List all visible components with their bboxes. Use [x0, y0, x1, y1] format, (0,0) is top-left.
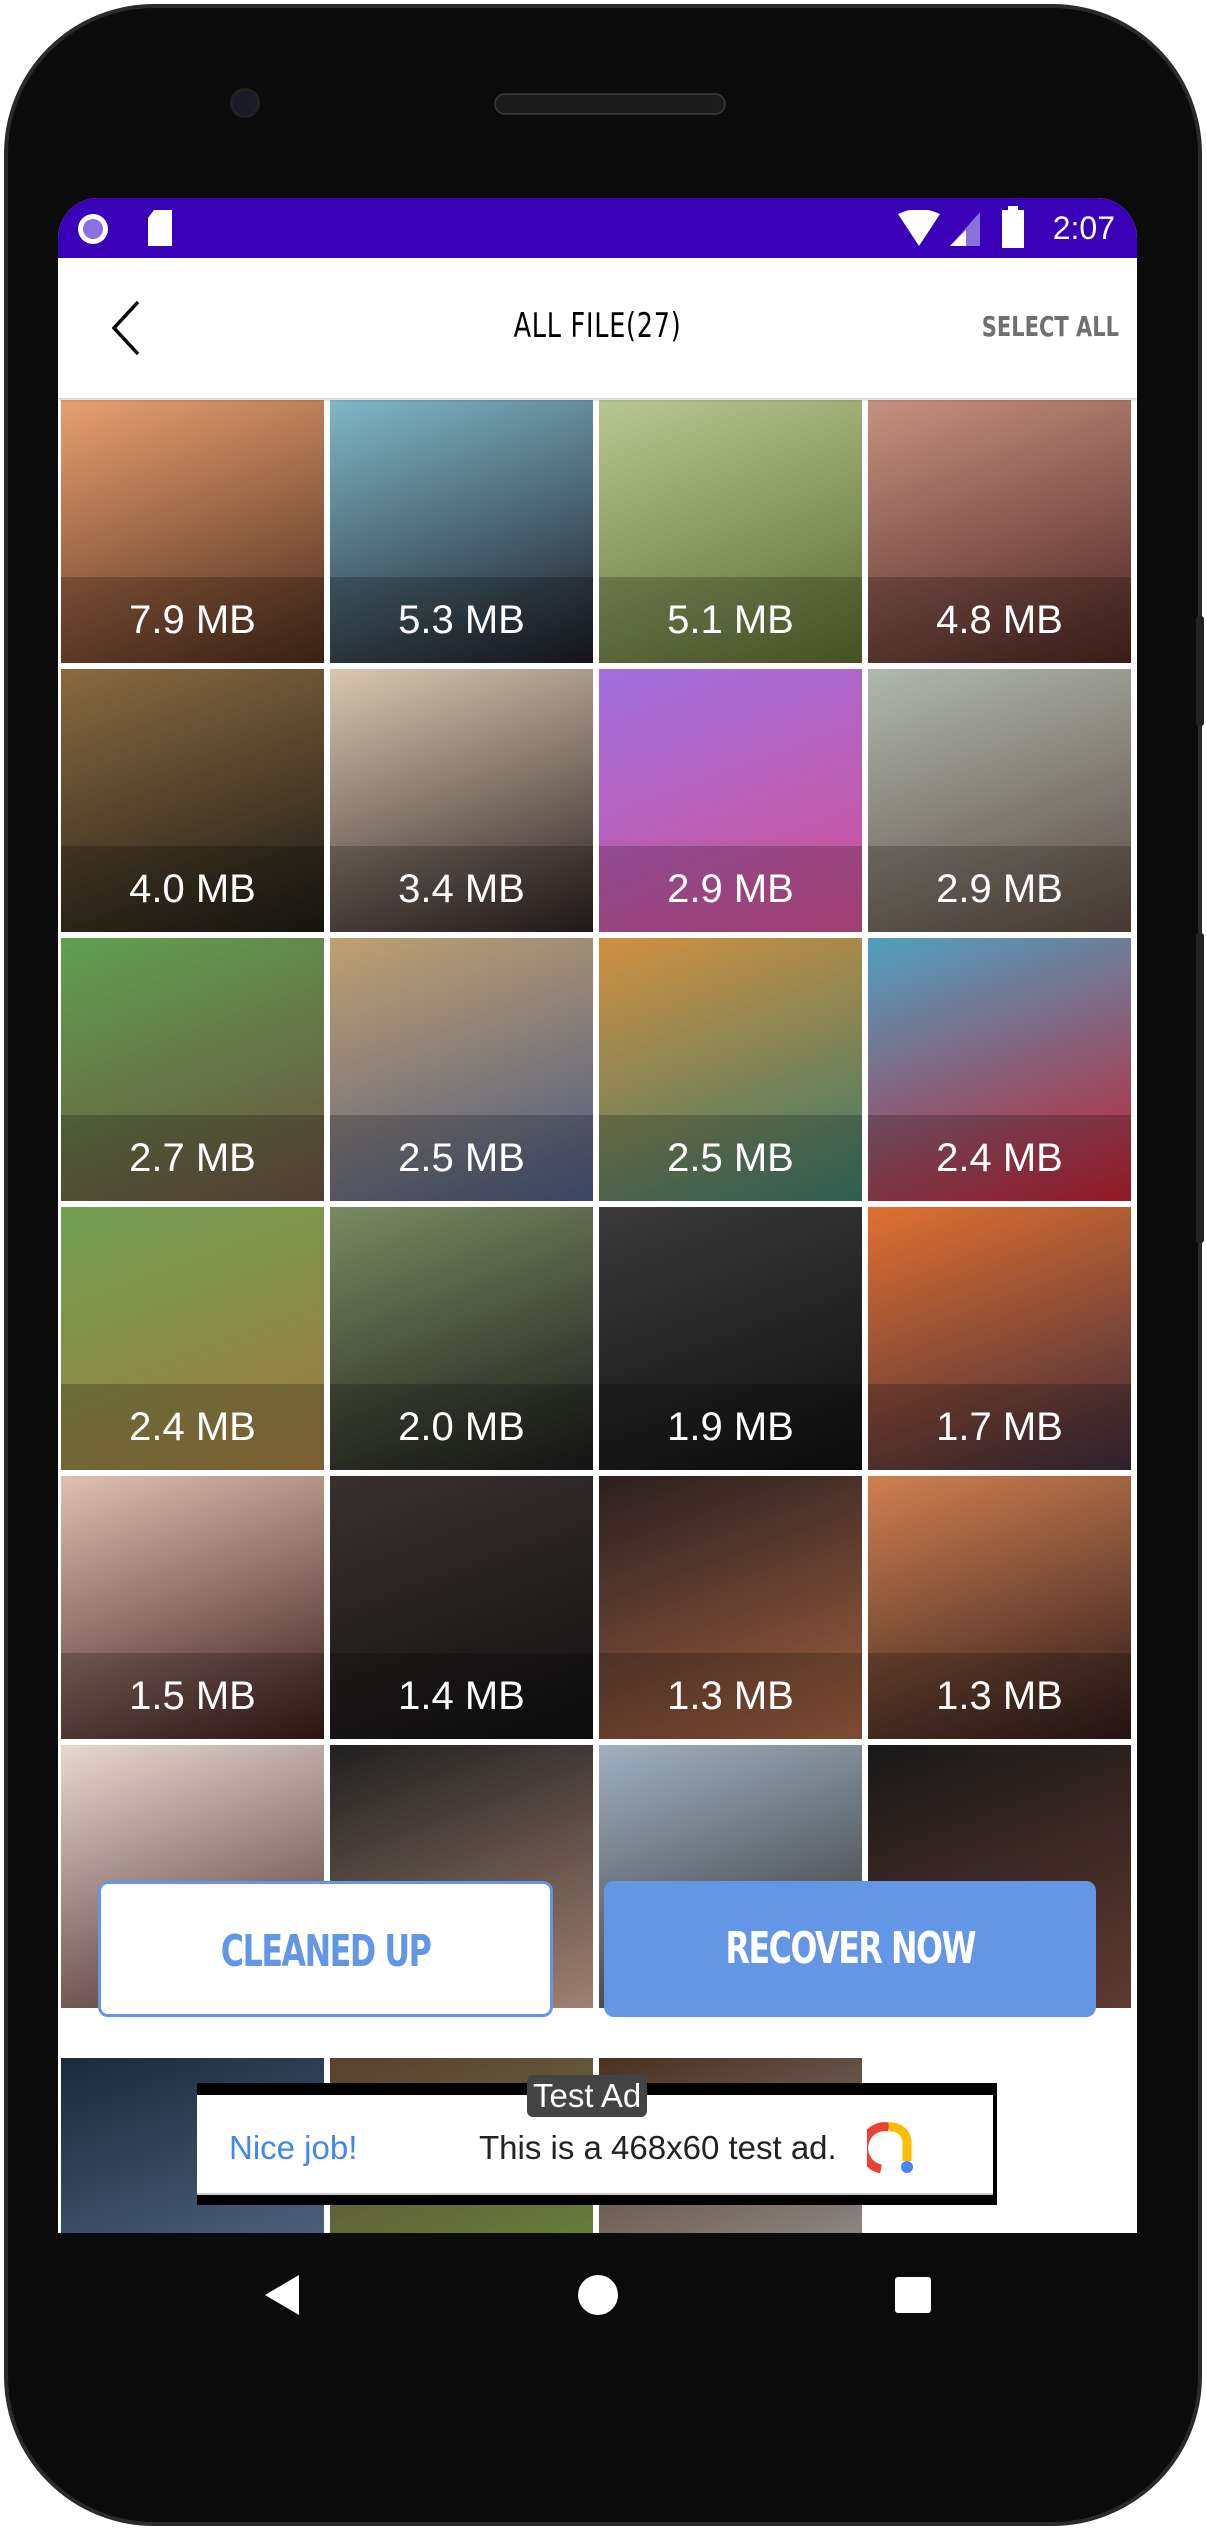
cleaned-up-button[interactable]: CLEANED UP: [98, 1881, 553, 2017]
front-camera: [230, 88, 260, 118]
file-thumbnail[interactable]: 1.4 MB: [330, 1476, 593, 1739]
file-size-label: 2.0 MB: [330, 1384, 593, 1470]
file-size-label: 2.9 MB: [599, 846, 862, 932]
volume-button: [1196, 933, 1204, 1243]
file-size-label: 1.9 MB: [599, 1384, 862, 1470]
signal-icon: [950, 212, 980, 246]
home-circle-icon[interactable]: [576, 2273, 620, 2317]
file-size-label: 5.3 MB: [330, 577, 593, 663]
file-thumbnail[interactable]: 4.0 MB: [61, 669, 324, 932]
app-screen: 2:07 ALL FILE(27) SELECT ALL 7.9 MB 5.3 M…: [58, 198, 1137, 2233]
file-thumbnail[interactable]: 1.3 MB: [599, 1476, 862, 1739]
recover-now-label: RECOVER NOW: [725, 1923, 976, 1974]
select-all-button[interactable]: SELECT ALL: [982, 310, 1119, 343]
file-thumbnail[interactable]: 2.7 MB: [61, 938, 324, 1201]
file-thumbnail[interactable]: 2.0 MB: [330, 1207, 593, 1470]
file-size-label: 2.5 MB: [330, 1115, 593, 1201]
file-size-label: 4.0 MB: [61, 846, 324, 932]
file-thumbnail[interactable]: 7.9 MB: [61, 400, 324, 663]
file-thumbnail[interactable]: 2.5 MB: [599, 938, 862, 1201]
file-thumbnail[interactable]: 4.8 MB: [868, 400, 1131, 663]
file-grid[interactable]: 7.9 MB 5.3 MB 5.1 MB 4.8 MB 4.0 MB 3.4 MB 2.9 …: [61, 400, 1137, 2040]
page-title: ALL FILE(27): [513, 306, 682, 346]
file-size-label: 1.7 MB: [868, 1384, 1131, 1470]
earpiece-speaker: [494, 93, 726, 115]
file-thumbnail[interactable]: 2.9 MB: [868, 669, 1131, 932]
app-header: ALL FILE(27) SELECT ALL: [58, 258, 1137, 398]
file-size-label: 2.5 MB: [599, 1115, 862, 1201]
file-thumbnail[interactable]: 1.7 MB: [868, 1207, 1131, 1470]
sd-card-icon: [148, 210, 172, 246]
file-size-label: 5.1 MB: [599, 577, 862, 663]
file-thumbnail[interactable]: 3.4 MB: [330, 669, 593, 932]
file-size-label: 1.4 MB: [330, 1653, 593, 1739]
file-thumbnail[interactable]: 5.1 MB: [599, 400, 862, 663]
file-size-label: 2.9 MB: [868, 846, 1131, 932]
status-bar: 2:07: [58, 198, 1137, 258]
file-thumbnail[interactable]: 2.4 MB: [868, 938, 1131, 1201]
cleaned-up-label: CLEANED UP: [220, 1926, 432, 1977]
back-triangle-icon[interactable]: [263, 2273, 303, 2317]
wifi-icon: [898, 210, 940, 246]
power-button: [1196, 616, 1204, 726]
battery-icon: [1002, 206, 1024, 248]
file-size-label: 3.4 MB: [330, 846, 593, 932]
file-size-label: 1.3 MB: [868, 1653, 1131, 1739]
file-thumbnail[interactable]: 2.5 MB: [330, 938, 593, 1201]
recents-square-icon[interactable]: [893, 2275, 933, 2315]
file-thumbnail[interactable]: 5.3 MB: [330, 400, 593, 663]
test-ad-tag: Test Ad: [527, 2075, 648, 2117]
navigation-bar: [58, 2233, 1137, 2363]
file-thumbnail[interactable]: 1.5 MB: [61, 1476, 324, 1739]
ad-headline[interactable]: Nice job!: [229, 2129, 357, 2167]
file-size-label: 1.3 MB: [599, 1653, 862, 1739]
file-size-label: 1.5 MB: [61, 1653, 324, 1739]
clock: 2:07: [1052, 210, 1115, 246]
ad-message[interactable]: This is a 468x60 test ad.: [479, 2129, 837, 2167]
file-thumbnail[interactable]: 2.9 MB: [599, 669, 862, 932]
file-thumbnail[interactable]: 1.3 MB: [868, 1476, 1131, 1739]
ad-logo-icon: [867, 2122, 913, 2174]
file-size-label: 2.4 MB: [61, 1384, 324, 1470]
file-size-label: 2.7 MB: [61, 1115, 324, 1201]
file-size-label: 2.4 MB: [868, 1115, 1131, 1201]
chevron-left-icon[interactable]: [108, 300, 148, 356]
recover-now-button[interactable]: RECOVER NOW: [604, 1881, 1096, 2017]
file-thumbnail[interactable]: 2.4 MB: [61, 1207, 324, 1470]
circle-notification-icon: [78, 214, 108, 244]
ad-banner[interactable]: Nice job! This is a 468x60 test ad. Test…: [197, 2075, 997, 2205]
file-thumbnail[interactable]: 1.9 MB: [599, 1207, 862, 1470]
file-size-label: 4.8 MB: [868, 577, 1131, 663]
file-size-label: 7.9 MB: [61, 577, 324, 663]
